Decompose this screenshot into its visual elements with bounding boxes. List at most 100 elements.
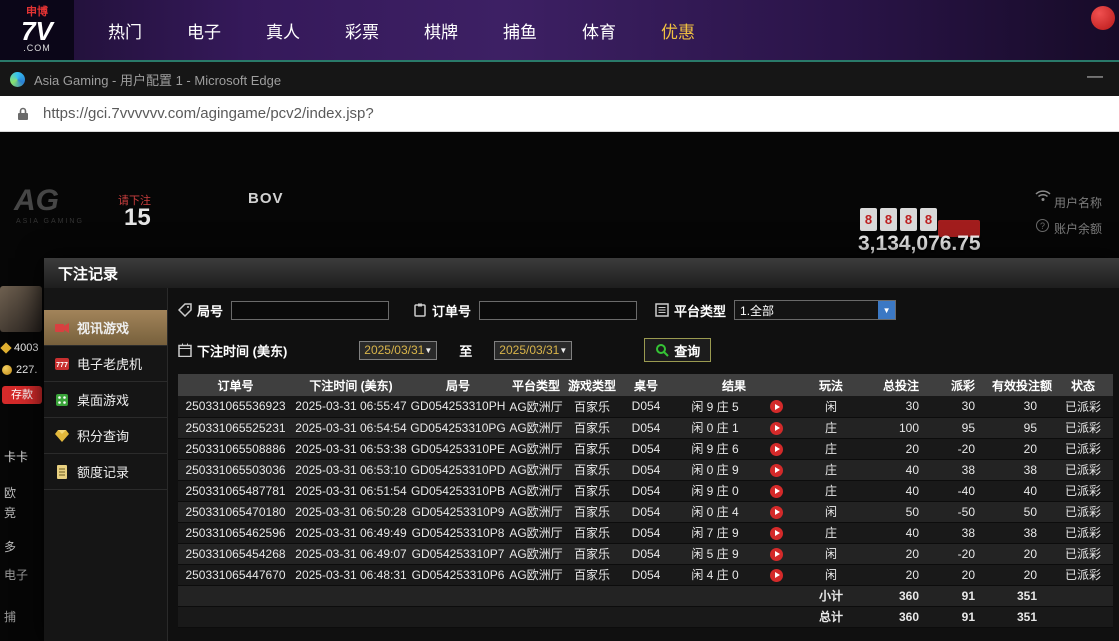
cell-game: 百家乐 (565, 501, 619, 522)
cell-table: D054 (619, 417, 673, 438)
subtotal-row: 小计36091351 (178, 585, 1113, 606)
list-icon (655, 303, 669, 317)
table-row: 2503310654476702025-03-31 06:48:31GD0542… (178, 564, 1113, 585)
site-nav: 申博 7V .COM 热门 电子 真人 彩票 棋牌 捕鱼 体育 优惠 (0, 0, 1119, 60)
column-header: 总投注 (867, 374, 935, 396)
nav-item-promo[interactable]: 优惠 (661, 18, 695, 43)
replay-cell (757, 501, 795, 522)
sidebar-item-table-games[interactable]: 桌面游戏 (44, 382, 167, 418)
replay-cell (757, 543, 795, 564)
sidebar-item-points-query[interactable]: 积分查询 (44, 418, 167, 454)
cell-payout: 38 (935, 459, 991, 480)
order-number-label: 订单号 (432, 301, 471, 320)
sidebar-fragment[interactable]: 卡卡 (4, 448, 28, 465)
sidebar-fragment[interactable]: 捕 (4, 608, 16, 625)
cell-payout: -50 (935, 501, 991, 522)
nav-item-cards[interactable]: 棋牌 (424, 18, 458, 43)
playing-card: 8 (880, 208, 897, 231)
cell-result: 闲 9 庄 6 (673, 438, 757, 459)
cell-platform: AG欧洲厅 (507, 438, 565, 459)
filter-row-2: 下注时间 (美东) 2025/03/31 ▼ 至 2025/03/31 ▼ (178, 338, 1111, 362)
screen: 申博 7V .COM 热门 电子 真人 彩票 棋牌 捕鱼 体育 优惠 Asia … (0, 0, 1119, 641)
cell-platform: AG欧洲厅 (507, 459, 565, 480)
cell-order_no: 250331065487781 (178, 480, 293, 501)
cell-table: D054 (619, 396, 673, 417)
cell-valid: 38 (991, 522, 1053, 543)
coin-icon (2, 365, 12, 375)
sidebar-fragment[interactable]: 电子 (4, 566, 28, 583)
to-label: 至 (459, 341, 472, 360)
user-name-label: 用户名称 (1054, 194, 1102, 211)
cell-valid: 95 (991, 417, 1053, 438)
table-row: 2503310655088862025-03-31 06:53:38GD0542… (178, 438, 1113, 459)
round-number-label-group: 局号 (178, 301, 223, 320)
table-row: 2503310654625962025-03-31 06:49:49GD0542… (178, 522, 1113, 543)
round-number-input[interactable] (231, 301, 389, 320)
date-from-dropdown[interactable]: 2025/03/31 ▼ (359, 341, 437, 360)
address-bar[interactable]: https://gci.7vvvvvv.com/agingame/pcv2/in… (0, 96, 1119, 132)
playing-card: 8 (920, 208, 937, 231)
service-icon[interactable] (1091, 6, 1115, 30)
site-logo[interactable]: 申博 7V .COM (0, 0, 74, 60)
replay-icon[interactable] (770, 443, 783, 456)
subtotal-valid: 351 (991, 585, 1053, 606)
nav-item-slots[interactable]: 电子 (187, 18, 221, 43)
cell-platform: AG欧洲厅 (507, 480, 565, 501)
sidebar-fragment[interactable]: 欧 (4, 484, 16, 501)
bet-records-modal: 下注记录 视讯游戏 777 电子老虎机 桌面游戏 (44, 258, 1119, 641)
nav-item-fishing[interactable]: 捕鱼 (503, 18, 537, 43)
sidebar-item-slots[interactable]: 777 电子老虎机 (44, 346, 167, 382)
cell-time: 2025-03-31 06:53:10 (293, 459, 409, 480)
cell-game: 百家乐 (565, 480, 619, 501)
cell-valid: 20 (991, 564, 1053, 585)
edge-icon (10, 72, 25, 87)
avatar[interactable] (0, 286, 42, 332)
sidebar-item-label: 额度记录 (77, 462, 129, 481)
sidebar-item-label: 积分查询 (77, 426, 129, 445)
nav-menu: 热门 电子 真人 彩票 棋牌 捕鱼 体育 优惠 (108, 18, 695, 43)
platform-type-select[interactable]: 1.全部 ▼ (734, 300, 896, 320)
minimize-button[interactable]: — (1087, 68, 1103, 86)
replay-icon[interactable] (770, 569, 783, 582)
spacer (1053, 606, 1113, 627)
cell-order_no: 250331065503036 (178, 459, 293, 480)
card-row: 8 8 8 8 (860, 208, 937, 231)
table-row: 2503310654877812025-03-31 06:51:54GD0542… (178, 480, 1113, 501)
playing-card: 8 (900, 208, 917, 231)
slot-machine-icon: 777 (54, 356, 70, 372)
replay-icon[interactable] (770, 527, 783, 540)
nav-item-sports[interactable]: 体育 (582, 18, 616, 43)
replay-icon[interactable] (770, 464, 783, 477)
logo-main-text: 7V (21, 18, 53, 44)
cell-game: 百家乐 (565, 396, 619, 417)
replay-icon[interactable] (770, 422, 783, 435)
replay-icon[interactable] (770, 506, 783, 519)
replay-icon[interactable] (770, 548, 783, 561)
date-to-dropdown[interactable]: 2025/03/31 ▼ (494, 341, 572, 360)
cell-platform: AG欧洲厅 (507, 501, 565, 522)
cell-game: 百家乐 (565, 438, 619, 459)
sidebar-item-credit-records[interactable]: 额度记录 (44, 454, 167, 490)
cell-valid: 38 (991, 459, 1053, 480)
cell-game: 百家乐 (565, 459, 619, 480)
cell-round: GD054253310P7 (409, 543, 507, 564)
deposit-button[interactable]: 存款 (2, 386, 42, 404)
order-number-input[interactable] (479, 301, 637, 320)
cell-total: 40 (867, 459, 935, 480)
sidebar-fragment[interactable]: 多 (4, 538, 16, 555)
modal-content: 局号 订单号 平台类型 1.全部 (168, 288, 1119, 641)
sidebar-item-live-games[interactable]: 视讯游戏 (44, 310, 167, 346)
sidebar-fragment[interactable]: 竞 (4, 504, 16, 521)
table-row: 2503310655369232025-03-31 06:55:47GD0542… (178, 396, 1113, 417)
nav-item-lottery[interactable]: 彩票 (345, 18, 379, 43)
search-button[interactable]: 查询 (644, 338, 711, 362)
cell-table: D054 (619, 501, 673, 522)
spacer (178, 606, 795, 627)
replay-icon[interactable] (770, 400, 783, 413)
sidebar-item-label: 视讯游戏 (77, 318, 129, 337)
replay-icon[interactable] (770, 485, 783, 498)
nav-item-hot[interactable]: 热门 (108, 18, 142, 43)
tag-icon (178, 303, 192, 317)
table-row: 2503310655252312025-03-31 06:54:54GD0542… (178, 417, 1113, 438)
nav-item-live[interactable]: 真人 (266, 18, 300, 43)
